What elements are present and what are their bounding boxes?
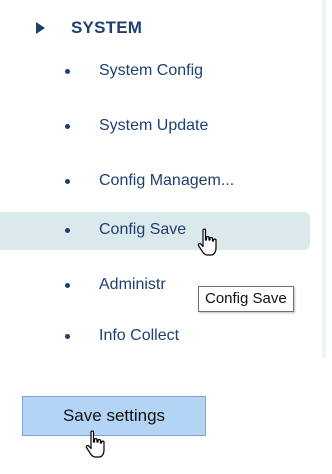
sidebar-item-label[interactable]: Administr <box>99 276 166 294</box>
bullet-icon <box>65 228 70 233</box>
bullet-icon <box>65 69 70 74</box>
sidebar-item-system-config[interactable]: System Config <box>0 53 326 91</box>
tooltip: Config Save <box>198 286 294 312</box>
sidebar-item-label[interactable]: Config Managem... <box>99 172 234 190</box>
section-title[interactable]: SYSTEM <box>71 18 142 38</box>
expand-arrow-icon[interactable] <box>36 22 45 34</box>
sidebar-item-label[interactable]: Config Save <box>99 221 186 239</box>
sidebar-item-config-save[interactable]: Config Save <box>0 212 326 250</box>
sidebar-item-label[interactable]: System Config <box>99 62 203 80</box>
hand-pointer-icon <box>85 430 105 458</box>
active-notch <box>314 224 322 238</box>
sidebar-item-info-collect[interactable]: Info Collect <box>0 318 326 356</box>
bullet-icon <box>65 124 70 129</box>
bullet-icon <box>65 179 70 184</box>
save-settings-button[interactable]: Save settings <box>22 396 206 436</box>
bullet-icon <box>65 334 70 339</box>
sidebar-item-label[interactable]: Info Collect <box>99 327 179 345</box>
sidebar-item-label[interactable]: System Update <box>99 117 208 135</box>
sidebar-item-config-management[interactable]: Config Managem... <box>0 163 326 201</box>
bullet-icon <box>65 283 70 288</box>
sidebar-item-system-update[interactable]: System Update <box>0 108 326 146</box>
section-header-system[interactable]: SYSTEM <box>0 14 326 44</box>
hand-pointer-icon <box>197 228 217 256</box>
